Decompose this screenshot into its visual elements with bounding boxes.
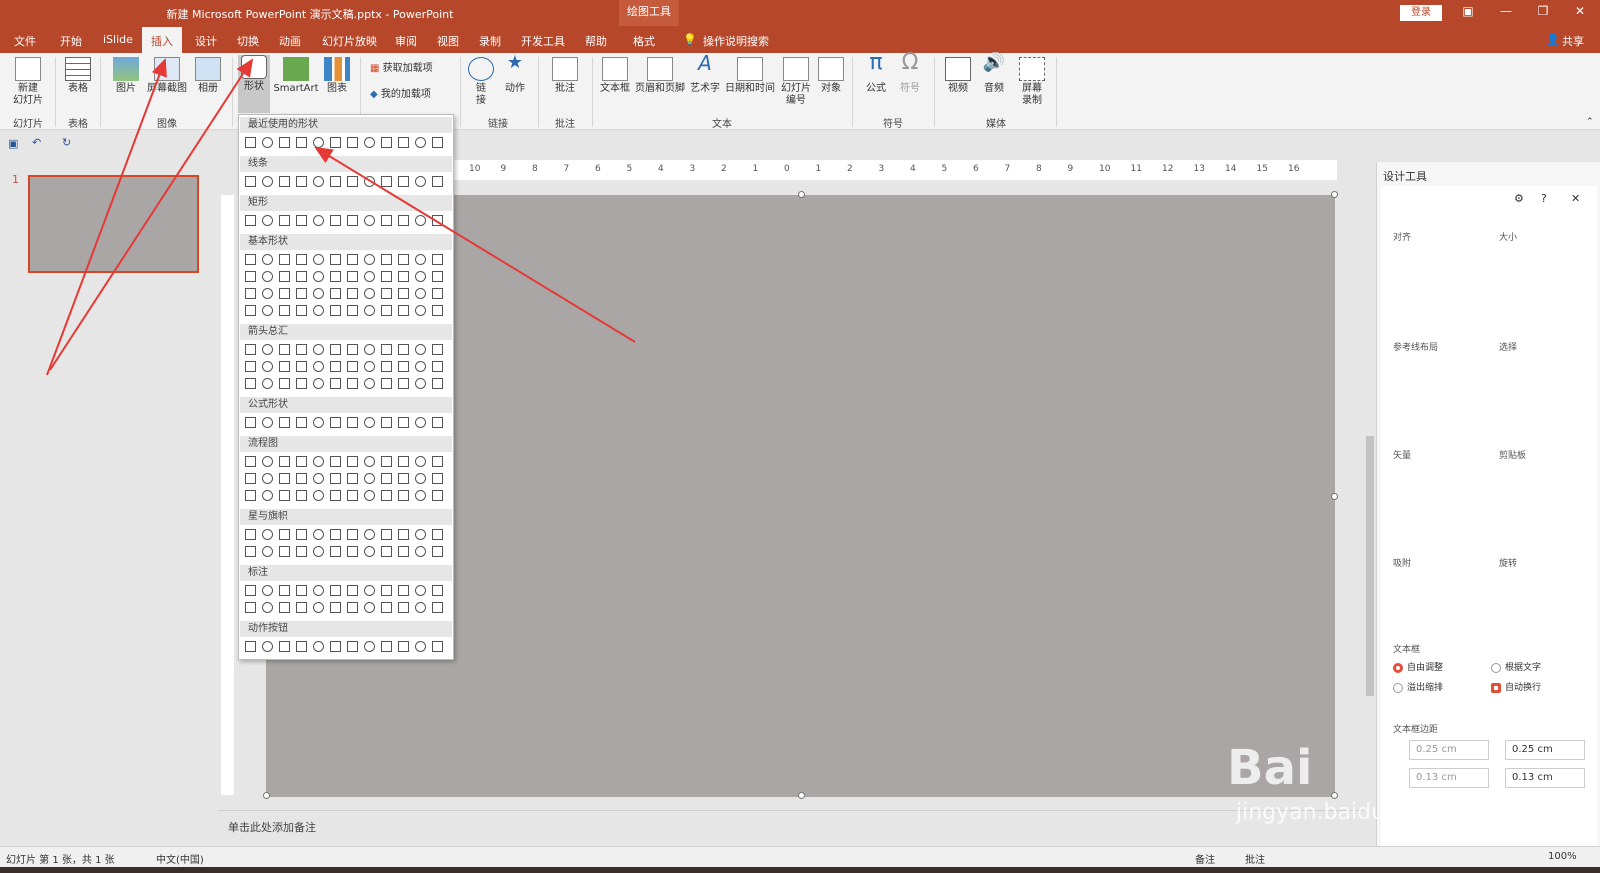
notes-toggle[interactable]: 备注	[1195, 851, 1215, 866]
comments-toggle[interactable]: 批注	[1245, 851, 1265, 866]
slide-info: 幻灯片 第 1 张，共 1 张	[6, 855, 115, 866]
zoom-level[interactable]: 100%	[1548, 851, 1577, 862]
language-indicator[interactable]: 中文(中国)	[156, 851, 204, 866]
taskbar	[0, 867, 1600, 873]
baidu-watermark: Bai	[1227, 740, 1313, 796]
status-bar: 幻灯片 第 1 张，共 1 张 中文(中国) 备注 批注 100%	[0, 846, 1600, 867]
arrow-to-insert-tab	[46, 58, 167, 376]
arrow-to-rectangle	[314, 146, 636, 343]
arrow-to-shapes	[49, 58, 254, 371]
baidu-url-watermark: jingyan.baidu.com	[1236, 800, 1440, 825]
annotation-arrows	[46, 58, 636, 376]
